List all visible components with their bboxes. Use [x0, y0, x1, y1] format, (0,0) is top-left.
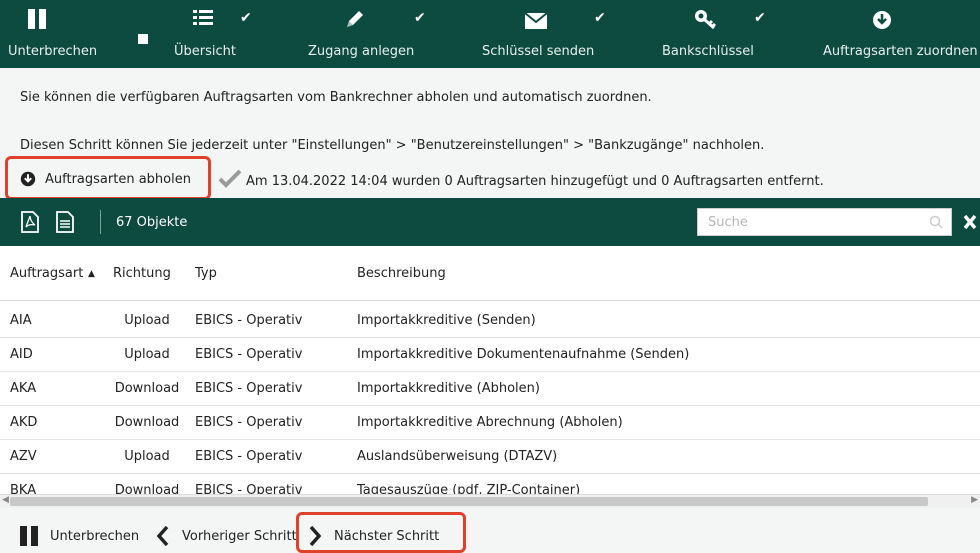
step-pause[interactable]: Unterbrechen — [0, 0, 150, 68]
step-label: Bankschlüssel — [662, 44, 754, 59]
pause-icon — [28, 9, 46, 29]
cell-order-type: AIA — [10, 313, 32, 328]
search-box[interactable] — [697, 208, 952, 236]
step-send-key[interactable]: ✔ Schlüssel senden — [480, 0, 620, 68]
cell-direction: Download — [114, 381, 180, 396]
info-text: Diesen Schritt können Sie jederzeit unte… — [20, 138, 765, 153]
info-text: Sie können die verfügbaren Auftragsarten… — [20, 90, 652, 105]
cell-direction: Download — [114, 483, 180, 494]
download-circle-icon — [20, 171, 36, 187]
column-header-description[interactable]: Beschreibung — [357, 266, 446, 281]
cell-type: EBICS - Operativ — [195, 415, 303, 430]
close-icon[interactable] — [963, 214, 977, 230]
step-label: Auftragsarten zuordnen — [823, 44, 978, 59]
check-icon: ✔ — [594, 10, 606, 26]
step-assign-order-types[interactable]: Auftragsarten zuordnen — [820, 0, 980, 68]
table-row[interactable]: AID Upload EBICS - Operativ Importakkred… — [0, 337, 980, 372]
step-label: Schlüssel senden — [482, 44, 595, 59]
next-step-highlight — [296, 512, 466, 553]
sort-ascending-icon[interactable]: ▲ — [88, 269, 95, 279]
key-icon — [695, 10, 717, 30]
cell-order-type: AID — [10, 347, 33, 362]
cell-direction: Upload — [124, 313, 170, 328]
cell-order-type: BKA — [10, 483, 37, 494]
download-circle-icon — [873, 11, 891, 29]
step-overview[interactable]: ✔ Übersicht — [170, 0, 270, 68]
cell-direction: Upload — [124, 449, 170, 464]
table-row[interactable]: BKA Download EBICS - Operativ Tagesauszü… — [0, 473, 980, 494]
cell-order-type: AZV — [10, 449, 37, 464]
previous-step-label: Vorheriger Schritt — [182, 529, 297, 544]
cell-type: EBICS - Operativ — [195, 347, 303, 362]
fetch-order-types-button[interactable]: Auftragsarten abholen — [5, 156, 211, 200]
check-icon: ✔ — [240, 10, 252, 26]
cell-description: Tagesauszüge (pdf, ZIP-Container) — [357, 483, 581, 494]
cell-type: EBICS - Operativ — [195, 313, 303, 328]
pause-button[interactable]: Unterbrechen — [14, 508, 144, 553]
wizard-footer: Unterbrechen Vorheriger Schritt Nächster… — [0, 508, 980, 553]
chevron-left-icon — [156, 525, 169, 547]
column-header-direction[interactable]: Richtung — [113, 266, 171, 281]
cell-direction: Download — [114, 415, 180, 430]
cell-type: EBICS - Operativ — [195, 449, 303, 464]
table-row[interactable]: AKD Download EBICS - Operativ Importakkr… — [0, 405, 980, 440]
cell-description: Auslandsüberweisung (DTAZV) — [357, 449, 558, 464]
document-icon[interactable] — [55, 211, 75, 233]
cell-order-type: AKA — [10, 381, 37, 396]
pdf-icon[interactable] — [20, 211, 40, 233]
envelope-icon — [524, 12, 548, 29]
cell-order-type: AKD — [10, 415, 38, 430]
stop-icon — [138, 34, 148, 44]
wizard-step-bar: Unterbrechen ✔ Übersicht ✔ Zugang anlege… — [0, 0, 980, 68]
list-icon — [193, 10, 213, 25]
scrollbar-thumb[interactable] — [10, 497, 928, 506]
cell-description: Importakkreditive Dokumentenaufnahme (Se… — [357, 347, 690, 362]
scroll-right-icon[interactable]: ▶ — [971, 495, 978, 505]
object-count: 67 Objekte — [116, 215, 188, 230]
cell-type: EBICS - Operativ — [195, 381, 303, 396]
horizontal-scrollbar[interactable]: ◀ ▶ — [0, 494, 980, 509]
table-row[interactable]: AZV Upload EBICS - Operativ Auslandsüber… — [0, 439, 980, 474]
cell-description: Importakkreditive Abrechnung (Abholen) — [357, 415, 623, 430]
fetch-label: Auftragsarten abholen — [45, 172, 191, 187]
check-icon: ✔ — [414, 10, 426, 26]
step-label: Zugang anlegen — [308, 44, 415, 59]
cell-direction: Upload — [124, 347, 170, 362]
status-text: Am 13.04.2022 14:04 wurden 0 Auftragsart… — [246, 174, 824, 189]
step-label: Übersicht — [174, 44, 236, 59]
cell-description: Importakkreditive (Senden) — [357, 313, 536, 328]
pause-label: Unterbrechen — [50, 529, 140, 544]
table-row[interactable]: AKA Download EBICS - Operativ Importakkr… — [0, 371, 980, 406]
search-icon — [929, 215, 943, 229]
pause-icon — [20, 526, 38, 546]
step-bank-key[interactable]: ✔ Bankschlüssel — [660, 0, 780, 68]
column-header-order-type[interactable]: Auftragsart — [10, 266, 83, 281]
check-icon: ✔ — [754, 10, 766, 26]
check-icon — [218, 169, 242, 188]
table-header: Auftragsart ▲ Richtung Typ Beschreibung — [0, 246, 980, 301]
column-header-type[interactable]: Typ — [195, 266, 217, 281]
divider — [100, 210, 101, 234]
previous-step-button[interactable]: Vorheriger Schritt — [156, 508, 297, 553]
step-create-access[interactable]: ✔ Zugang anlegen — [300, 0, 430, 68]
cell-type: EBICS - Operativ — [195, 483, 303, 494]
search-input[interactable] — [698, 209, 908, 235]
table-row[interactable]: AIA Upload EBICS - Operativ Importakkred… — [0, 303, 980, 338]
scroll-left-icon[interactable]: ◀ — [2, 495, 9, 505]
step-label: Unterbrechen — [8, 44, 98, 59]
order-types-table: Auftragsart ▲ Richtung Typ Beschreibung … — [0, 246, 980, 494]
pencil-icon — [347, 11, 363, 27]
cell-description: Importakkreditive (Abholen) — [357, 381, 540, 396]
